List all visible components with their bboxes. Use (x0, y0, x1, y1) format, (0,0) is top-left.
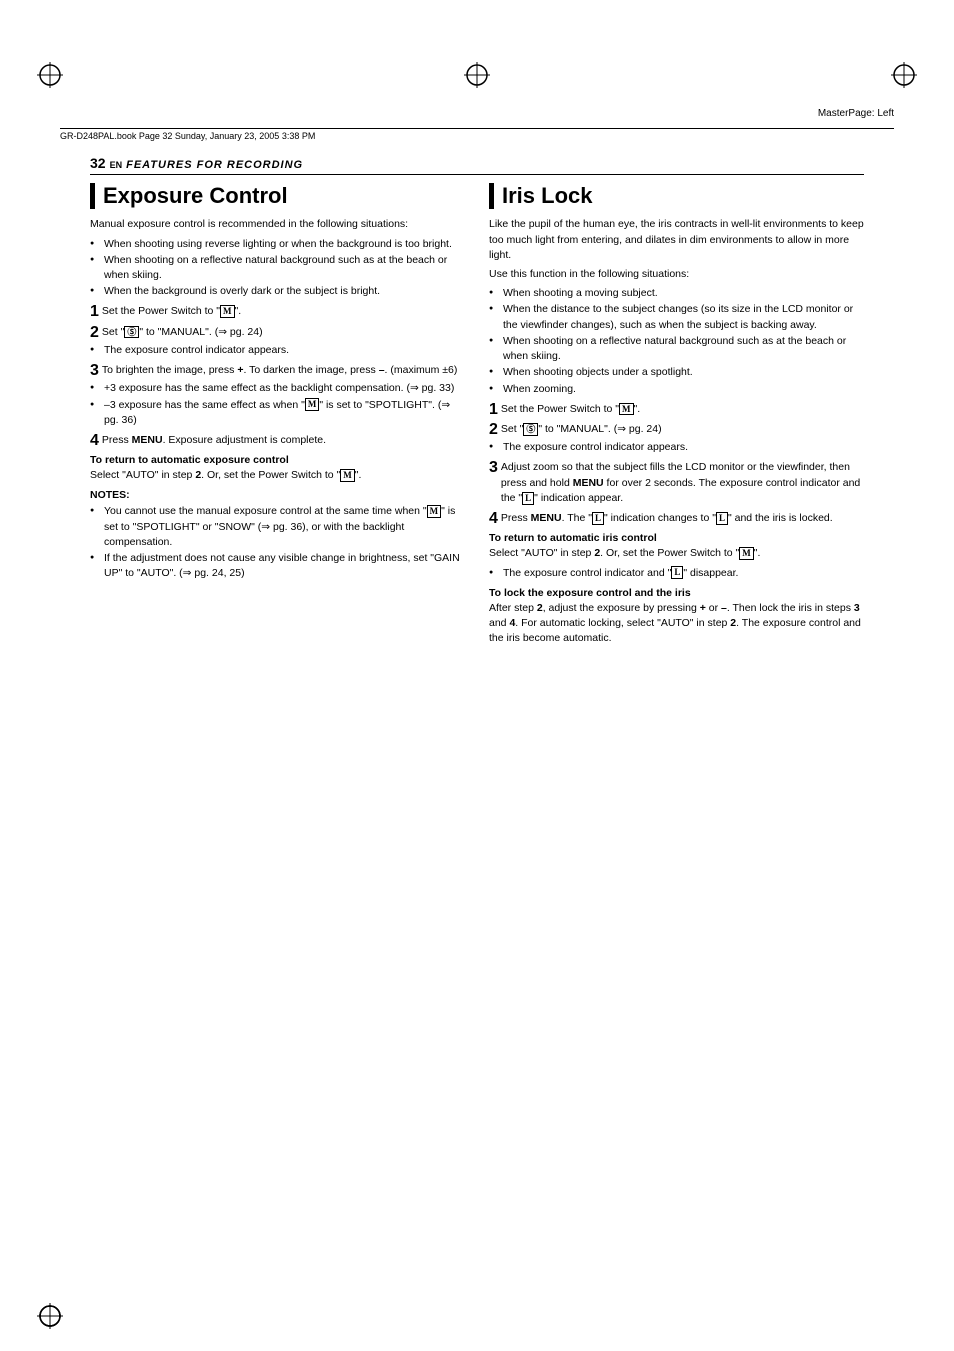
return-auto-heading: To return to automatic exposure control (90, 454, 465, 466)
list-item: The exposure control indicator appears. (90, 343, 465, 358)
exposure-control-title: Exposure Control (90, 183, 465, 209)
step-text: Press MENU. The "L" indication changes t… (501, 511, 864, 526)
step-text: Set "Ⓢ" to "MANUAL". (⇒ pg. 24) (501, 422, 864, 437)
step-number: 3 (489, 460, 498, 476)
step-number: 1 (489, 402, 498, 418)
reg-mark-top-left (35, 60, 65, 90)
list-item: +3 exposure has the same effect as the b… (90, 381, 465, 396)
exposure-control-intro: Manual exposure control is recommended i… (90, 217, 465, 232)
return-auto-text: Select "AUTO" in step 2. Or, set the Pow… (90, 468, 465, 483)
reg-mark-top-center (462, 60, 492, 90)
step-text: Press MENU. Exposure adjustment is compl… (102, 433, 465, 448)
step-text: Adjust zoom so that the subject fills th… (501, 460, 864, 506)
reg-mark-bottom-right (35, 1301, 65, 1331)
notes-section: NOTES: You cannot use the manual exposur… (90, 489, 465, 581)
step-number: 1 (90, 304, 99, 320)
iris-step-4: 4 Press MENU. The "L" indication changes… (489, 511, 864, 526)
return-auto-iris-subbullets: The exposure control indicator and "L" d… (489, 566, 864, 581)
list-item: You cannot use the manual exposure contr… (90, 504, 465, 550)
step-number: 3 (90, 363, 99, 379)
lock-exposure-text: After step 2, adjust the exposure by pre… (489, 601, 864, 647)
return-auto-iris-heading: To return to automatic iris control (489, 532, 864, 544)
section-title: FEATURES FOR RECORDING (126, 159, 303, 171)
list-item: The exposure control indicator appears. (489, 440, 864, 455)
list-item: When shooting on a reflective natural ba… (90, 253, 465, 283)
notes-heading: NOTES: (90, 489, 465, 501)
two-col-layout: Exposure Control Manual exposure control… (90, 183, 864, 650)
list-item: When the distance to the subject changes… (489, 302, 864, 332)
step-2-subbullets: The exposure control indicator appears. (90, 343, 465, 358)
page-number: 32 (90, 155, 106, 171)
list-item: If the adjustment does not cause any vis… (90, 551, 465, 581)
list-item: When shooting objects under a spotlight. (489, 365, 864, 380)
list-item: When shooting using reverse lighting or … (90, 237, 465, 252)
notes-list: You cannot use the manual exposure contr… (90, 504, 465, 581)
exposure-control-bullets: When shooting using reverse lighting or … (90, 237, 465, 300)
master-page-label: MasterPage: Left (818, 108, 894, 119)
step-2: 2 Set "Ⓢ" to "MANUAL". (⇒ pg. 24) (90, 325, 465, 340)
step-1: 1 Set the Power Switch to "M". (90, 304, 465, 319)
file-info-bar: GR-D248PAL.book Page 32 Sunday, January … (60, 128, 894, 141)
list-item: The exposure control indicator and "L" d… (489, 566, 864, 581)
step-text: Set "Ⓢ" to "MANUAL". (⇒ pg. 24) (102, 325, 465, 340)
step-number: 4 (90, 433, 99, 449)
content-area: 32 EN FEATURES FOR RECORDING Exposure Co… (90, 155, 864, 650)
page-wrapper: MasterPage: Left GR-D248PAL.book Page 32… (0, 0, 954, 1351)
step-number: 2 (489, 422, 498, 438)
step-number: 2 (90, 325, 99, 341)
iris-step-2-subbullets: The exposure control indicator appears. (489, 440, 864, 455)
reg-mark-top-right (889, 60, 919, 90)
step-text: Set the Power Switch to "M". (102, 304, 465, 319)
iris-lock-intro2: Use this function in the following situa… (489, 267, 864, 282)
iris-step-1: 1 Set the Power Switch to "M". (489, 402, 864, 417)
iris-lock-bullets: When shooting a moving subject. When the… (489, 286, 864, 397)
list-item: When shooting a moving subject. (489, 286, 864, 301)
step-text: To brighten the image, press +. To darke… (102, 363, 465, 378)
iris-lock-title: Iris Lock (489, 183, 864, 209)
section-header: 32 EN FEATURES FOR RECORDING (90, 155, 864, 175)
return-auto-iris-text: Select "AUTO" in step 2. Or, set the Pow… (489, 546, 864, 561)
list-item: When zooming. (489, 382, 864, 397)
step-3-subbullets: +3 exposure has the same effect as the b… (90, 381, 465, 428)
iris-lock-column: Iris Lock Like the pupil of the human ey… (489, 183, 864, 650)
iris-lock-intro: Like the pupil of the human eye, the iri… (489, 217, 864, 263)
iris-step-3: 3 Adjust zoom so that the subject fills … (489, 460, 864, 506)
step-4: 4 Press MENU. Exposure adjustment is com… (90, 433, 465, 448)
lang-tag: EN (110, 160, 123, 170)
list-item: When the background is overly dark or th… (90, 284, 465, 299)
step-text: Set the Power Switch to "M". (501, 402, 864, 417)
lock-exposure-heading: To lock the exposure control and the iri… (489, 587, 864, 599)
step-3: 3 To brighten the image, press +. To dar… (90, 363, 465, 378)
step-number: 4 (489, 511, 498, 527)
list-item: –3 exposure has the same effect as when … (90, 398, 465, 428)
iris-step-2: 2 Set "Ⓢ" to "MANUAL". (⇒ pg. 24) (489, 422, 864, 437)
exposure-control-column: Exposure Control Manual exposure control… (90, 183, 465, 650)
list-item: When shooting on a reflective natural ba… (489, 334, 864, 364)
